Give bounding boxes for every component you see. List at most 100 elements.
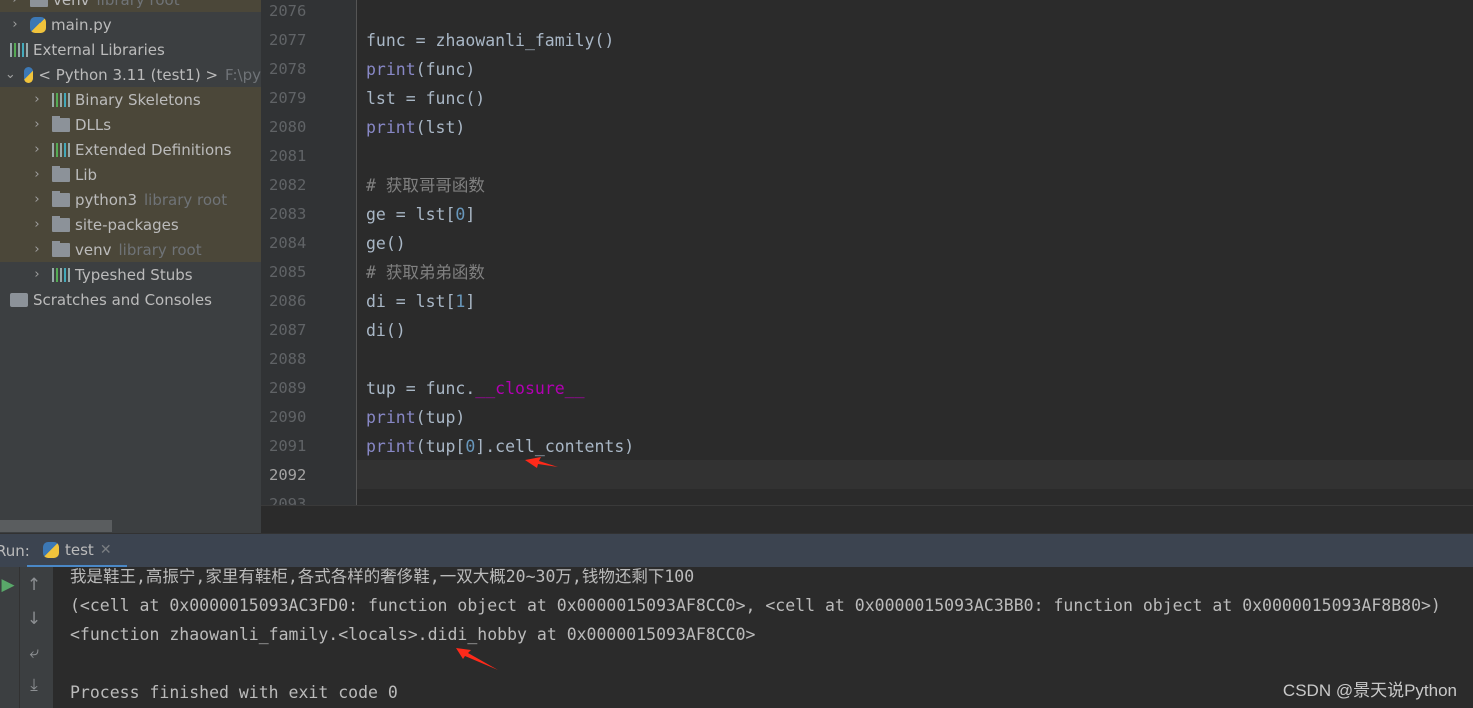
editor-bottom-strip — [261, 505, 1473, 533]
code-token: 1 — [455, 292, 466, 311]
line-number-gutter: 2076 2077 2078 2079 2080 2081 2082 2083 2084 2085… — [261, 0, 357, 513]
tree-item[interactable]: › Binary Skeletons — [0, 87, 261, 112]
tree-item[interactable]: ⌄ < Python 3.11 (test1) > F:\py — [0, 62, 261, 87]
scroll-up-icon[interactable]: ↑ — [24, 575, 44, 595]
code-line[interactable]: di = lst[1] — [366, 287, 475, 316]
tree-item[interactable]: › main.py — [0, 12, 261, 37]
tree-item-hint: library root — [118, 240, 202, 259]
line-number: 2083 — [269, 205, 307, 223]
code-line[interactable]: print(lst) — [366, 113, 465, 142]
tree-item[interactable]: › Extended Definitions — [0, 137, 261, 162]
console-line: 我是鞋王,高振宁,家里有鞋柜,各式各样的奢侈鞋,一双大概20~30万,钱物还剩下… — [70, 567, 695, 586]
chevron-down-icon[interactable]: ⌄ — [5, 67, 16, 82]
tree-item-label: Typeshed Stubs — [75, 265, 193, 284]
code-line[interactable]: ge = lst[0] — [366, 200, 475, 229]
code-editor[interactable]: func = zhaowanli_family() print(func) lst … — [357, 0, 1473, 505]
line-number: 2080 — [269, 118, 307, 136]
run-toolbar: ↑ ↓ ⤶ ⤓ ▶ — [0, 567, 53, 708]
chevron-right-icon[interactable]: › — [30, 167, 44, 182]
tree-item-label: Scratches and Consoles — [33, 290, 212, 309]
tree-item[interactable]: › venv library root — [0, 237, 261, 262]
line-number: 2090 — [269, 408, 307, 426]
tree-item-label: main.py — [51, 15, 112, 34]
sidebar-scrollbar-thumb[interactable] — [0, 520, 112, 532]
code-line[interactable]: di() — [366, 316, 406, 345]
console-output[interactable]: 我是鞋王,高振宁,家里有鞋柜,各式各样的奢侈鞋,一双大概20~30万,钱物还剩下… — [53, 567, 1473, 708]
line-number: 2091 — [269, 437, 307, 455]
chevron-right-icon[interactable]: › — [30, 267, 44, 282]
code-token: print — [366, 437, 416, 456]
tree-item[interactable]: › python3 library root — [0, 187, 261, 212]
chevron-right-icon[interactable]: › — [30, 142, 44, 157]
chevron-right-icon[interactable]: › — [8, 17, 22, 32]
library-icon — [52, 267, 70, 282]
code-token: __closure__ — [475, 379, 585, 398]
line-number: 2084 — [269, 234, 307, 252]
code-token: # 获取弟弟函数 — [366, 263, 485, 282]
rerun-icon[interactable]: ▶ — [0, 575, 18, 595]
scroll-to-end-icon[interactable]: ⤓ — [24, 675, 44, 695]
run-tab-label: test — [65, 540, 94, 559]
toolbar-divider — [19, 567, 20, 708]
code-line[interactable]: tup = func.__closure__ — [366, 374, 585, 403]
chevron-right-icon[interactable]: › — [8, 0, 22, 7]
python-file-icon — [30, 16, 46, 33]
code-line[interactable]: print(tup[0].cell_contents) — [366, 432, 634, 461]
code-line[interactable]: # 获取哥哥函数 — [366, 171, 485, 200]
line-number: 2076 — [269, 2, 307, 20]
console-line: <function zhaowanli_family.<locals>.didi… — [70, 625, 756, 644]
code-token: print — [366, 118, 416, 137]
code-token: di() — [366, 321, 406, 340]
current-line-highlight — [357, 460, 1473, 489]
tree-item-label: DLLs — [75, 115, 112, 134]
console-line: Process finished with exit code 0 — [70, 683, 398, 702]
project-tree: › venv library root › main.py External Librar… — [0, 0, 261, 533]
close-tab-icon[interactable]: ✕ — [100, 542, 112, 558]
tree-item-label: Lib — [75, 165, 98, 184]
folder-icon — [52, 115, 70, 132]
code-token: ].cell_contents) — [475, 437, 635, 456]
code-line[interactable]: ge() — [366, 229, 406, 258]
line-number: 2087 — [269, 321, 307, 339]
line-number: 2082 — [269, 176, 307, 194]
line-number: 2081 — [269, 147, 307, 165]
chevron-right-icon[interactable]: › — [30, 242, 44, 257]
tree-item-label: Extended Definitions — [75, 140, 232, 159]
tree-item[interactable]: › site-packages — [0, 212, 261, 237]
tree-item-hint: library root — [144, 190, 228, 209]
chevron-right-icon[interactable]: › — [30, 117, 44, 132]
code-line[interactable]: func = zhaowanli_family() — [366, 26, 614, 55]
scratches-icon — [10, 292, 28, 307]
tree-item[interactable]: › venv library root — [0, 0, 261, 12]
line-number: 2088 — [269, 350, 307, 368]
tree-item[interactable]: External Libraries — [0, 37, 261, 62]
code-line[interactable]: lst = func() — [366, 84, 485, 113]
chevron-right-icon[interactable]: › — [30, 217, 44, 232]
console-line: (<cell at 0x0000015093AC3FD0: function o… — [70, 596, 1441, 615]
code-line[interactable]: # 获取弟弟函数 — [366, 258, 485, 287]
code-token: (tup[ — [415, 437, 466, 456]
line-number: 2078 — [269, 60, 307, 78]
tree-item[interactable]: › Lib — [0, 162, 261, 187]
code-token: (lst) — [415, 118, 466, 137]
tree-item[interactable]: › DLLs — [0, 112, 261, 137]
scroll-down-icon[interactable]: ↓ — [24, 609, 44, 629]
line-number: 2086 — [269, 292, 307, 310]
code-line[interactable]: print(tup) — [366, 403, 465, 432]
code-line[interactable]: print(func) — [366, 55, 475, 84]
chevron-right-icon[interactable]: › — [30, 192, 44, 207]
line-number: 2077 — [269, 31, 307, 49]
tree-item[interactable]: Scratches and Consoles — [0, 287, 261, 312]
chevron-right-icon[interactable]: › — [30, 92, 44, 107]
folder-icon — [52, 215, 70, 232]
soft-wrap-icon[interactable]: ⤶ — [24, 643, 44, 663]
python-icon — [43, 541, 59, 558]
tree-item-label: venv — [53, 0, 90, 9]
code-token: 0 — [455, 205, 466, 224]
line-number: 2092 — [269, 466, 307, 484]
library-icon — [52, 92, 70, 107]
line-number: 2089 — [269, 379, 307, 397]
tree-item[interactable]: › Typeshed Stubs — [0, 262, 261, 287]
tree-item-label: site-packages — [75, 215, 179, 234]
code-token: 0 — [465, 437, 476, 456]
